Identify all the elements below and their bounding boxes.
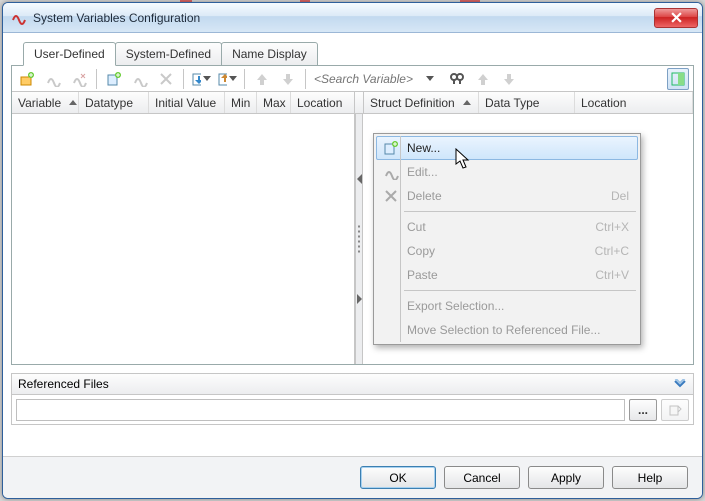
- edit-variable-button[interactable]: [129, 68, 151, 90]
- new-variable-button[interactable]: [103, 68, 125, 90]
- variables-grid[interactable]: [12, 114, 355, 364]
- ctx-new[interactable]: New...: [376, 136, 638, 160]
- ctx-label: Move Selection to Referenced File...: [403, 323, 629, 337]
- col-location-left[interactable]: Location: [291, 92, 355, 113]
- find-prev-button[interactable]: [472, 68, 494, 90]
- ctx-delete: Delete Del: [376, 184, 638, 208]
- ok-button[interactable]: OK: [360, 466, 436, 489]
- edit-namespace-button[interactable]: [42, 68, 64, 90]
- help-button[interactable]: Help: [612, 466, 688, 489]
- delete-namespace-button[interactable]: [68, 68, 90, 90]
- col-location-right[interactable]: Location: [575, 92, 693, 113]
- chevron-down-icon: [203, 76, 211, 81]
- splitter[interactable]: [355, 114, 363, 364]
- toggle-struct-pane-button[interactable]: [667, 68, 689, 90]
- ctx-cut: Cut Ctrl+X: [376, 215, 638, 239]
- col-datatype[interactable]: Datatype: [79, 92, 149, 113]
- remove-ref-button[interactable]: [661, 399, 689, 421]
- cancel-button[interactable]: Cancel: [444, 466, 520, 489]
- dialog-footer: OK Cancel Apply Help: [3, 456, 702, 498]
- import-button[interactable]: [190, 68, 212, 90]
- col-initial-value[interactable]: Initial Value: [149, 92, 225, 113]
- sort-asc-icon: [463, 100, 471, 105]
- chevron-down-icon[interactable]: [426, 76, 434, 81]
- chevron-down-icon: [673, 379, 687, 389]
- toolbar: [12, 66, 693, 92]
- move-up-button[interactable]: [251, 68, 273, 90]
- separator: [404, 290, 636, 291]
- delete-variable-button[interactable]: [155, 68, 177, 90]
- ctx-paste: Paste Ctrl+V: [376, 263, 638, 287]
- tab-user-defined[interactable]: User-Defined: [23, 42, 116, 66]
- referenced-files-group: Referenced Files ...: [11, 373, 694, 425]
- collapse-left-icon: [357, 174, 362, 184]
- tab-strip: User-Defined System-Defined Name Display: [23, 41, 694, 65]
- ctx-accel: Ctrl+X: [595, 220, 629, 234]
- col-max[interactable]: Max: [257, 92, 291, 113]
- col-variable[interactable]: Variable: [12, 92, 79, 113]
- search-input[interactable]: [314, 72, 424, 86]
- ctx-copy: Copy Ctrl+C: [376, 239, 638, 263]
- ctx-accel: Ctrl+C: [595, 244, 629, 258]
- context-menu: New... Edit... Delete Del Cut Ctrl+X Cop…: [373, 133, 641, 345]
- col-struct-def[interactable]: Struct Definition: [364, 92, 479, 113]
- ctx-edit: Edit...: [376, 160, 638, 184]
- search-box[interactable]: [314, 72, 434, 86]
- referenced-files-title: Referenced Files: [18, 377, 109, 391]
- ctx-label: Cut: [403, 220, 595, 234]
- col-min[interactable]: Min: [225, 92, 257, 113]
- ctx-accel: Ctrl+V: [595, 268, 629, 282]
- browse-button[interactable]: ...: [629, 399, 657, 421]
- find-next-button[interactable]: [498, 68, 520, 90]
- referenced-files-header[interactable]: Referenced Files: [11, 373, 694, 395]
- sort-asc-icon: [69, 100, 77, 105]
- referenced-file-path-input[interactable]: [16, 399, 625, 421]
- new-namespace-button[interactable]: [16, 68, 38, 90]
- tab-system-defined[interactable]: System-Defined: [115, 42, 222, 66]
- ctx-label: Paste: [403, 268, 595, 282]
- column-headers: Variable Datatype Initial Value Min Max …: [12, 92, 693, 114]
- tab-name-display[interactable]: Name Display: [221, 42, 318, 66]
- ctx-label: Delete: [403, 189, 611, 203]
- separator: [404, 211, 636, 212]
- find-button[interactable]: [446, 68, 468, 90]
- export-button[interactable]: [216, 68, 238, 90]
- window-title: System Variables Configuration: [33, 11, 654, 25]
- ctx-label: Edit...: [403, 165, 629, 179]
- collapse-right-icon: [357, 294, 362, 304]
- apply-button[interactable]: Apply: [528, 466, 604, 489]
- col-data-type[interactable]: Data Type: [479, 92, 575, 113]
- ctx-move-selection: Move Selection to Referenced File...: [376, 318, 638, 342]
- ctx-label: Copy: [403, 244, 595, 258]
- titlebar[interactable]: System Variables Configuration: [3, 3, 702, 33]
- app-icon: [11, 10, 27, 26]
- move-down-button[interactable]: [277, 68, 299, 90]
- ctx-label: Export Selection...: [403, 299, 629, 313]
- chevron-down-icon: [229, 76, 237, 81]
- ctx-export-selection: Export Selection...: [376, 294, 638, 318]
- close-button[interactable]: [654, 8, 698, 28]
- ctx-label: New...: [403, 141, 629, 155]
- ctx-accel: Del: [611, 189, 629, 203]
